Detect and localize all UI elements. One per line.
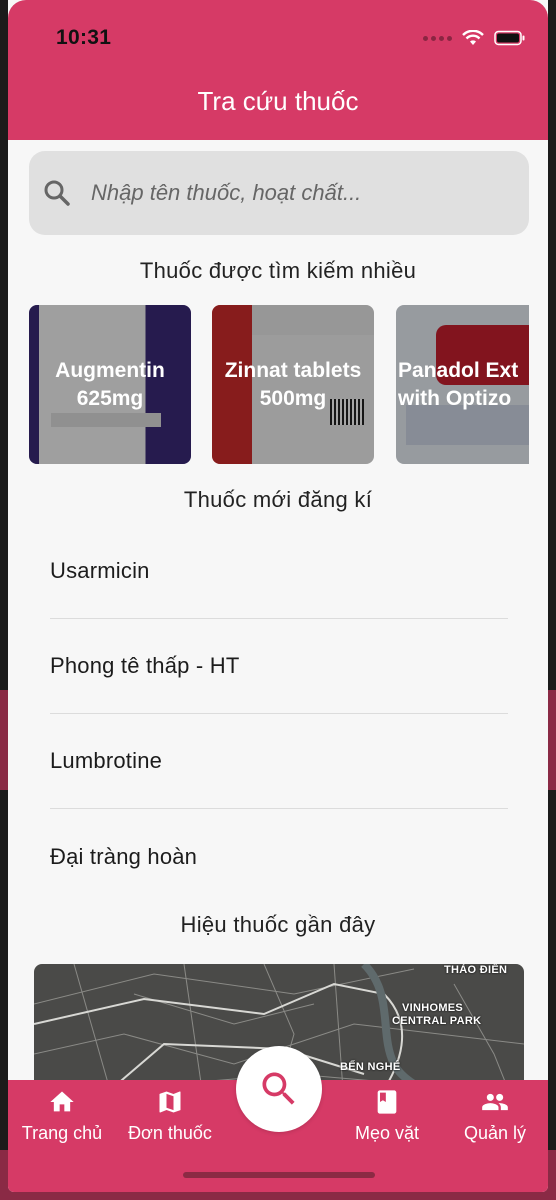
popular-section-title: Thuốc được tìm kiếm nhiều <box>139 258 417 283</box>
pharmacies-section-title: Hiệu thuốc gần đây <box>180 912 376 937</box>
map-label: VINHOMES <box>402 1002 464 1014</box>
map-label: THẢO ĐIỀN <box>444 964 508 976</box>
list-item[interactable]: Usarmicin <box>50 524 508 619</box>
book-icon <box>377 1090 397 1114</box>
home-indicator <box>183 1172 375 1178</box>
list-item[interactable]: Lumbrotine <box>50 714 508 809</box>
nav-item-home[interactable]: Trang chủ <box>8 1088 117 1144</box>
popular-drug-card[interactable]: Panadol Ext with Optizo <box>396 305 529 464</box>
new-drugs-section-title: Thuốc mới đăng kí <box>183 487 373 512</box>
search-bar[interactable] <box>29 151 529 235</box>
status-icons <box>423 26 526 50</box>
map-label: BẾN NGHÉ <box>340 1061 401 1073</box>
drug-name: Zinnat tablets 500mg <box>224 359 362 410</box>
popular-drug-card[interactable]: Augmentin 625mg <box>29 305 191 464</box>
status-time: 10:31 <box>56 26 112 49</box>
popular-drug-card[interactable]: Zinnat tablets 500mg <box>212 305 374 464</box>
search-input[interactable] <box>91 180 491 206</box>
search-fab-button[interactable] <box>236 1046 322 1132</box>
new-drugs-list: Usarmicin Phong tê thấp - HT Lumbrotine … <box>50 524 508 904</box>
drug-name: Panadol Ext with Optizo <box>398 359 519 410</box>
list-item[interactable]: Phong tê thấp - HT <box>50 619 508 714</box>
popular-drugs-carousel[interactable]: Augmentin 625mg Zinnat tablets 500mg Panad… <box>29 305 529 465</box>
nav-item-prescriptions[interactable]: Đơn thuốc <box>115 1088 225 1144</box>
app-header: 10:31 Tra cứu thuốc <box>8 0 548 140</box>
wifi-icon <box>462 30 484 45</box>
battery-icon <box>494 30 525 46</box>
search-icon <box>44 180 70 206</box>
search-icon <box>262 1072 295 1105</box>
signal-icon <box>423 35 452 41</box>
map-label: CENTRAL PARK <box>392 1015 482 1027</box>
nav-item-tips[interactable]: Mẹo vặt <box>332 1088 442 1144</box>
list-item[interactable]: Đại tràng hoàn <box>50 809 508 904</box>
map-icon <box>159 1091 181 1113</box>
nav-item-manage[interactable]: Quản lý <box>440 1088 548 1144</box>
drug-name: Augmentin 625mg <box>55 359 165 410</box>
people-icon <box>482 1093 508 1111</box>
home-icon <box>50 1091 74 1112</box>
page-title: Tra cứu thuốc <box>197 86 359 116</box>
phone-screen: 10:31 Tra cứu thuốc Thuốc được tìm kiếm … <box>8 0 548 1192</box>
